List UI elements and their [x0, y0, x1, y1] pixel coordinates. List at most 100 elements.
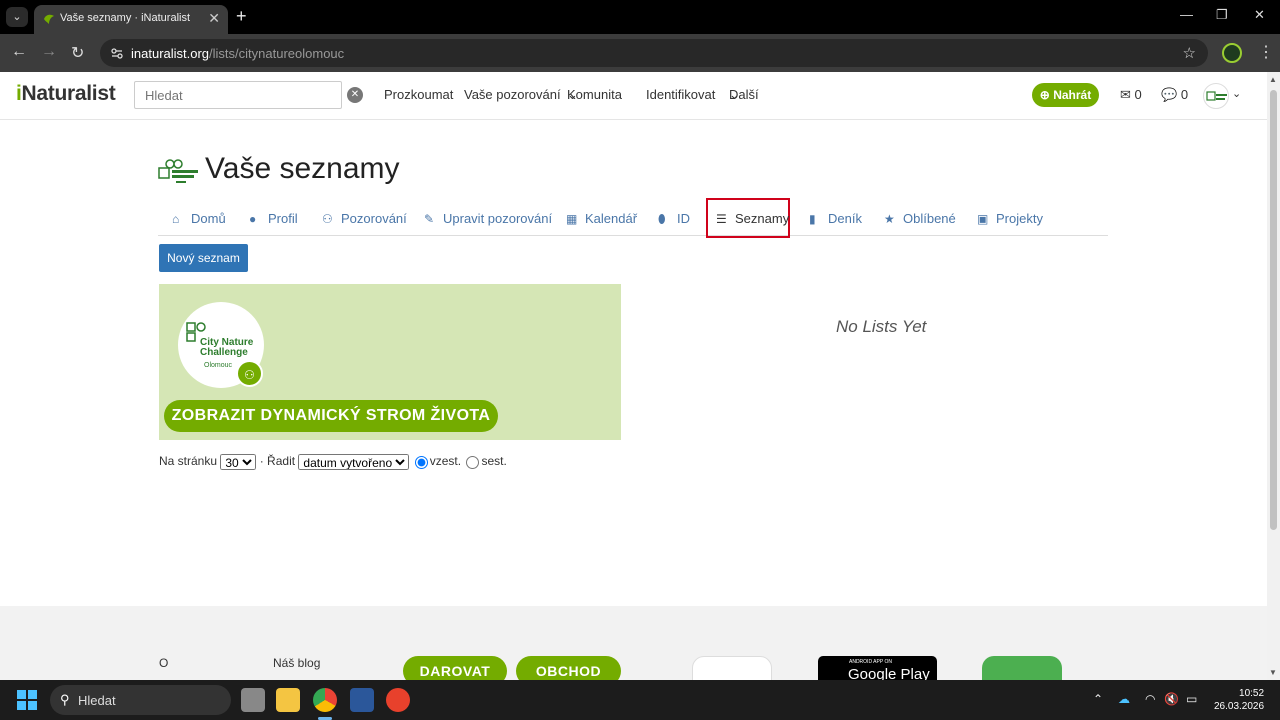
windows-start-icon[interactable]	[17, 690, 37, 710]
inaturalist-logo[interactable]: iNaturalist	[16, 82, 116, 106]
browser-tab-bar: ⌄ Vaše seznamy · iNaturalist ✕ + — ❐ ✕	[0, 0, 1280, 34]
page-scrollbar[interactable]: ▲ ▼	[1267, 72, 1280, 680]
taskbar-search[interactable]: ⚲ Hledat	[50, 685, 231, 715]
nav-explore[interactable]: Prozkoumat	[384, 87, 453, 102]
calendar-icon: ▦	[566, 212, 578, 226]
taskbar-search-label: Hledat	[78, 693, 116, 708]
nav-your-observations[interactable]: Vaše pozorování	[464, 87, 561, 102]
ascending-label: vzest.	[429, 454, 462, 469]
binoculars-icon: ⚇	[322, 212, 333, 226]
tab-journal[interactable]: ▮ Deník	[809, 211, 862, 226]
scroll-down-icon[interactable]: ▼	[1269, 668, 1277, 677]
bookmark-star-icon[interactable]: ☆	[1183, 44, 1196, 62]
gplay-small-text: ANDROID APP ON	[849, 659, 892, 665]
site-search-input[interactable]	[134, 81, 342, 109]
sort-select[interactable]: datum vytvořeno	[298, 454, 410, 470]
scroll-thumb[interactable]	[1270, 90, 1277, 530]
footer-blog-link[interactable]: Náš blog	[273, 656, 320, 670]
back-icon[interactable]: ←	[11, 43, 27, 61]
profile-subnav: ⌂ Domů ● Profil ⚇ Pozorování ✎ Upravit pozor…	[158, 198, 1108, 238]
footer-about-link[interactable]: O	[159, 656, 168, 670]
new-list-button[interactable]: Nový seznam	[159, 244, 248, 272]
minimize-icon[interactable]: —	[1180, 7, 1193, 22]
user-avatar[interactable]	[1203, 83, 1229, 109]
browser-menu-icon[interactable]: ⋮	[1258, 42, 1274, 62]
inaturalist-app-icon[interactable]	[982, 656, 1062, 680]
scroll-up-icon[interactable]: ▲	[1269, 75, 1277, 84]
ascending-radio[interactable]	[414, 455, 428, 469]
restore-icon[interactable]: ❐	[1216, 7, 1228, 23]
user-icon: ●	[249, 212, 257, 226]
tag-icon: ⬮	[658, 212, 666, 226]
browser-toolbar: ← → ↻ inaturalist.org/lists/citynatureol…	[0, 34, 1280, 72]
browser-profile-avatar[interactable]	[1222, 43, 1242, 63]
list-pagination-controls: Na stránku 30 · Řadit datum vytvořeno vz…	[159, 454, 507, 470]
seek-app-icon[interactable]	[692, 656, 772, 680]
chevron-up-icon[interactable]: ⌃	[1093, 692, 1103, 706]
tab-identifications[interactable]: ⬮ ID	[658, 211, 690, 227]
new-tab-icon[interactable]: +	[236, 6, 247, 27]
per-page-select[interactable]: 30	[220, 454, 257, 470]
site-footer: O Náš blog DAROVAT OBCHOD ANDROID APP ON…	[0, 606, 1267, 680]
chevron-down-icon: ⌄	[567, 87, 578, 102]
view-tree-of-life-button[interactable]: ZOBRAZIT DYNAMICKÝ STROM ŽIVOTA	[164, 400, 498, 432]
messages-button[interactable]: ✉ 0	[1120, 87, 1142, 103]
tree-of-life-banner: City Nature Challenge Olomouc ⚇ ZOBRAZIT …	[159, 284, 621, 440]
reload-icon[interactable]: ↻	[71, 43, 84, 63]
nav-identify[interactable]: Identifikovat	[646, 87, 715, 102]
pdf-reader-icon[interactable]	[386, 688, 410, 712]
book-icon: ▮	[809, 212, 816, 226]
tab-edit-observations[interactable]: ✎ Upravit pozorování	[424, 211, 552, 226]
envelope-icon: ✉	[1120, 87, 1131, 102]
pencil-icon: ✎	[424, 212, 435, 226]
close-tab-icon[interactable]: ✕	[208, 10, 220, 27]
battery-icon[interactable]: ▭	[1186, 692, 1197, 706]
badge-subtitle: Olomouc	[204, 362, 233, 369]
per-page-label: Na stránku	[159, 454, 218, 469]
tab-lists[interactable]: ☰ Seznamy	[716, 211, 789, 226]
clock-date: 26.03.2026	[1214, 701, 1265, 712]
chevron-down-icon[interactable]: ⌄	[1232, 87, 1241, 100]
notifications-button[interactable]: 💬 0	[1161, 87, 1188, 103]
windows-taskbar: ⚲ Hledat ⌃ ☁ ◠ 🔇 ▭ 10:52 26.03.2026	[0, 680, 1280, 720]
chrome-icon[interactable]	[313, 688, 337, 712]
gplay-big-text: Google Play	[848, 666, 930, 680]
descending-label: sest.	[481, 454, 507, 469]
tab-observations[interactable]: ⚇ Pozorování	[322, 211, 407, 226]
tab-home[interactable]: ⌂ Domů	[172, 211, 226, 226]
task-view-icon[interactable]	[241, 688, 265, 712]
city-nature-challenge-logo-icon	[1206, 91, 1227, 101]
forward-icon[interactable]: →	[41, 43, 57, 61]
donate-button[interactable]: DAROVAT	[403, 656, 507, 680]
briefcase-icon: ▣	[977, 212, 989, 226]
star-icon: ★	[884, 212, 895, 226]
tree-structure-icon: ⚇	[236, 360, 263, 387]
tab-favorites[interactable]: ★ Oblíbené	[884, 211, 956, 226]
plus-circle-icon: ⊕	[1039, 88, 1050, 102]
wifi-icon[interactable]: ◠	[1145, 692, 1155, 706]
browser-tab[interactable]: Vaše seznamy · iNaturalist ✕	[34, 5, 228, 34]
word-icon[interactable]	[350, 688, 374, 712]
tab-profile[interactable]: ● Profil	[249, 211, 298, 226]
url-text: inaturalist.org/lists/citynatureolomouc	[131, 46, 345, 61]
address-bar[interactable]: inaturalist.org/lists/citynatureolomouc …	[100, 39, 1208, 67]
descending-radio[interactable]	[466, 455, 480, 469]
file-explorer-icon[interactable]	[276, 688, 300, 712]
shop-button[interactable]: OBCHOD	[516, 656, 621, 680]
onedrive-icon[interactable]: ☁	[1118, 692, 1130, 706]
google-play-badge[interactable]: ANDROID APP ON Google Play	[818, 656, 937, 680]
site-info-icon[interactable]	[110, 46, 124, 60]
badge-title: City Nature Challenge	[200, 337, 254, 358]
taskbar-clock[interactable]: 10:52 26.03.2026	[1214, 687, 1264, 713]
search-icon: ⚲	[60, 692, 70, 707]
tab-title: Vaše seznamy · iNaturalist	[60, 12, 191, 24]
site-header: iNaturalist ✕ Prozkoumat Vaše pozorování…	[0, 72, 1267, 120]
close-window-icon[interactable]: ✕	[1254, 7, 1265, 23]
tab-projects[interactable]: ▣ Projekty	[977, 211, 1043, 226]
tab-search-button[interactable]: ⌄	[6, 7, 28, 27]
tab-calendar[interactable]: ▦ Kalendář	[566, 211, 637, 226]
city-nature-challenge-logo-icon	[158, 159, 198, 183]
volume-muted-icon[interactable]: 🔇	[1164, 692, 1179, 706]
upload-button[interactable]: ⊕ Nahrát	[1032, 83, 1099, 107]
clear-search-icon[interactable]: ✕	[347, 87, 363, 103]
